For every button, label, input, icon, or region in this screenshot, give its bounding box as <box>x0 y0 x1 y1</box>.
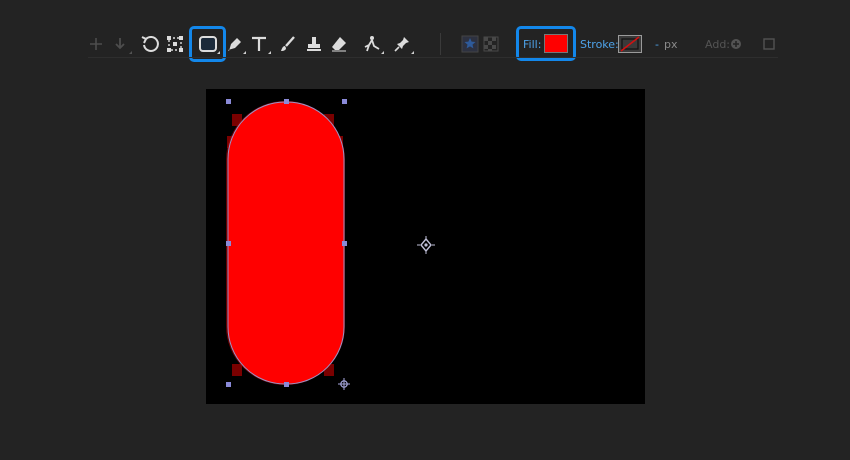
move-down-icon <box>107 31 133 57</box>
undo-icon[interactable] <box>137 31 163 57</box>
stroke-width-unit: px <box>664 38 678 51</box>
red-rounded-rectangle-shape[interactable] <box>228 102 344 384</box>
pin-icon[interactable] <box>389 31 415 57</box>
no-stroke-icon <box>620 36 640 52</box>
brush-icon[interactable] <box>275 31 301 57</box>
handle-top-left <box>226 99 231 104</box>
toolbar-divider <box>88 57 778 58</box>
fill-color-swatch[interactable] <box>544 34 568 53</box>
rectangle-icon[interactable] <box>195 31 221 57</box>
app-window: Fill: Stroke: - px Add: <box>0 0 850 460</box>
shape-anchor-point-icon[interactable] <box>338 378 350 390</box>
toolbar: Fill: Stroke: - px Add: <box>0 0 850 62</box>
transform-icon[interactable] <box>162 31 188 57</box>
puppet-pin-icon[interactable] <box>359 31 385 57</box>
checker-icon[interactable] <box>478 31 504 57</box>
handle-middle-left <box>226 241 231 246</box>
fill-label[interactable]: Fill: <box>523 38 541 51</box>
stroke-color-swatch[interactable] <box>618 35 642 53</box>
stroke-label[interactable]: Stroke: <box>580 38 619 51</box>
add-anchor-icon <box>83 31 109 57</box>
composition-center-icon[interactable] <box>417 236 435 254</box>
handle-top-center <box>284 99 289 104</box>
canvas-layer <box>226 99 435 390</box>
composition-canvas[interactable] <box>206 89 645 404</box>
text-icon[interactable] <box>246 31 272 57</box>
toggle-panel-icon[interactable] <box>760 31 778 57</box>
toolbar-separator <box>440 33 441 55</box>
stamp-icon[interactable] <box>301 31 327 57</box>
eraser-icon[interactable] <box>326 31 352 57</box>
handle-middle-right <box>342 241 347 246</box>
handle-bottom-left <box>226 382 231 387</box>
handle-bottom-center <box>284 382 289 387</box>
handle-top-right <box>342 99 347 104</box>
pen-icon[interactable] <box>221 31 247 57</box>
stroke-width-value[interactable]: - <box>655 38 659 51</box>
add-property-icon[interactable] <box>726 31 746 57</box>
